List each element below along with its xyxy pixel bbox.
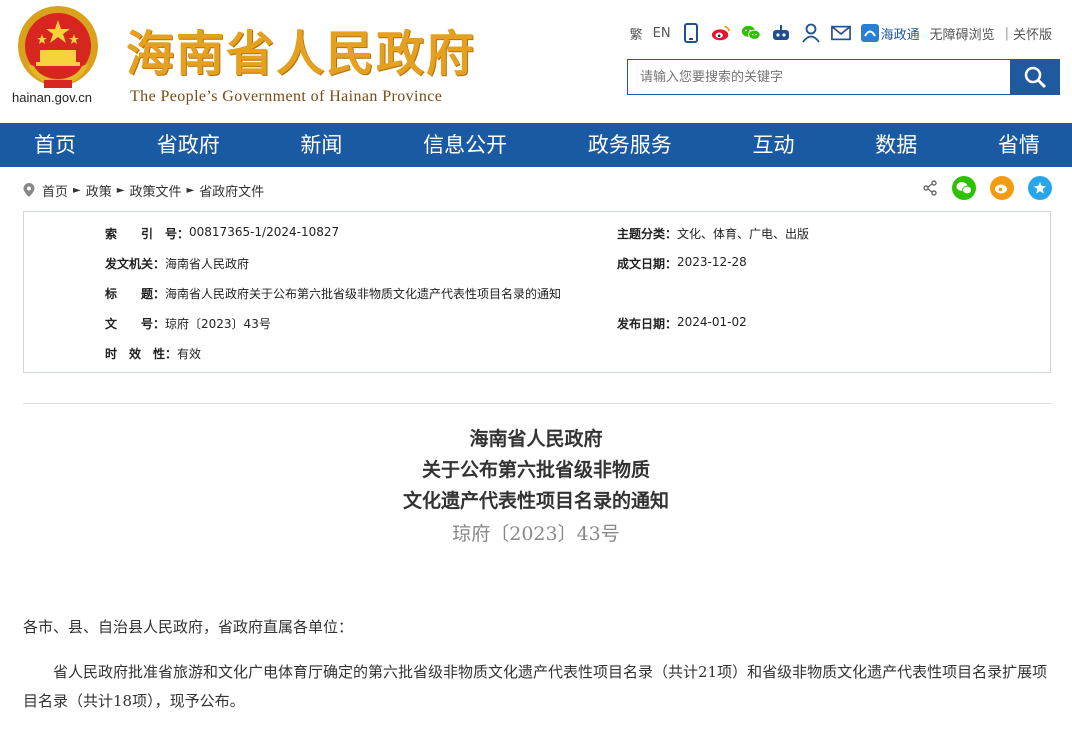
meta-subject-row: 标 题： 海南省人民政府关于公布第六批省级非物质文化遗产代表性项目名录的通知 bbox=[105, 285, 561, 302]
meta-date-label: 成文日期： bbox=[617, 257, 678, 271]
hai-zheng-tong-icon bbox=[860, 24, 879, 42]
meta-index-value: 00817365-1/2024-10827 bbox=[189, 225, 340, 239]
meta-validity-label: 时 效 性： bbox=[105, 347, 178, 361]
share-bar bbox=[922, 176, 1052, 200]
nav-item-information-disclosure[interactable]: 信息公开 bbox=[423, 123, 507, 167]
document-salutation: 各市、县、自治县人民政府，省政府直属各单位： bbox=[23, 618, 354, 636]
favorite-star-icon[interactable] bbox=[1028, 176, 1052, 200]
meta-validity-row: 时 效 性： 有效 bbox=[105, 345, 201, 362]
meta-publish-label: 发布日期： bbox=[617, 317, 678, 331]
chevron-right-icon: ► bbox=[186, 184, 195, 196]
meta-docno-value: 琼府〔2023〕43号 bbox=[165, 317, 271, 331]
document-body-paragraph: 省人民政府批准省旅游和文化广电体育厅确定的第六批省级非物质文化遗产代表性项目名录… bbox=[23, 663, 1048, 710]
user-icon[interactable] bbox=[801, 23, 821, 43]
meta-subject-label: 标 题： bbox=[105, 287, 166, 301]
search-input[interactable] bbox=[627, 59, 1010, 95]
traditional-chinese-link[interactable]: 繁 bbox=[630, 24, 643, 43]
breadcrumb-policy[interactable]: 政策 bbox=[86, 181, 112, 200]
meta-docno-label: 文 号： bbox=[105, 317, 166, 331]
document-title: 海南省人民政府 关于公布第六批省级非物质 文化遗产代表性项目名录的通知 bbox=[0, 424, 1072, 517]
location-pin-icon bbox=[23, 183, 35, 197]
meta-publish-row: 发布日期： 2024-01-02 bbox=[617, 315, 747, 332]
meta-validity-value: 有效 bbox=[177, 347, 202, 361]
share-wechat-icon[interactable] bbox=[952, 176, 976, 200]
hai-zheng-tong-link[interactable]: 海政通 bbox=[860, 24, 920, 43]
nav-item-news[interactable]: 新闻 bbox=[300, 123, 342, 167]
nav-item-interaction[interactable]: 互动 bbox=[753, 123, 795, 167]
site-header: hainan.gov.cn 海南省人民政府 The People’s Gover… bbox=[0, 0, 1072, 122]
meta-issuer-label: 发文机关： bbox=[105, 257, 166, 271]
meta-issuer-row: 发文机关： 海南省人民政府 bbox=[105, 255, 249, 272]
meta-index-row: 索 引 号： 00817365-1/2024-10827 bbox=[105, 225, 339, 242]
document-number: 琼府〔2023〕43号 bbox=[452, 523, 620, 545]
meta-date-row: 成文日期： 2023-12-28 bbox=[617, 255, 747, 272]
accessibility-link[interactable]: 无障碍浏览 bbox=[930, 24, 995, 43]
search-icon bbox=[1024, 66, 1047, 89]
document-title-line: 海南省人民政府 bbox=[469, 428, 603, 450]
meta-category-value: 文化、体育、广电、出版 bbox=[677, 227, 810, 241]
meta-issuer-value: 海南省人民政府 bbox=[165, 257, 250, 271]
breadcrumb-policy-documents[interactable]: 政策文件 bbox=[129, 181, 181, 200]
main-nav: 首页 省政府 新闻 信息公开 政务服务 互动 数据 省情 bbox=[0, 123, 1072, 167]
mobile-icon[interactable] bbox=[681, 23, 701, 43]
document-title-line: 关于公布第六批省级非物质 bbox=[421, 459, 650, 481]
weibo-icon[interactable] bbox=[711, 23, 731, 43]
meta-category-row: 主题分类： 文化、体育、广电、出版 bbox=[617, 225, 809, 242]
divider bbox=[23, 403, 1051, 404]
robot-assistant-icon[interactable] bbox=[771, 23, 791, 43]
site-domain: hainan.gov.cn bbox=[12, 90, 92, 105]
nav-item-data[interactable]: 数据 bbox=[875, 123, 917, 167]
national-emblem-icon bbox=[18, 6, 98, 88]
search-box bbox=[627, 59, 1060, 95]
breadcrumb-home[interactable]: 首页 bbox=[42, 181, 68, 200]
nav-item-home[interactable]: 首页 bbox=[34, 123, 76, 167]
english-link[interactable]: EN bbox=[653, 26, 671, 41]
mail-icon[interactable] bbox=[830, 23, 851, 43]
share-icon[interactable] bbox=[922, 180, 938, 196]
care-mode-link[interactable]: 关怀版 bbox=[1013, 24, 1052, 43]
site-subtitle: The People’s Government of Hainan Provin… bbox=[130, 88, 443, 105]
share-weibo-icon[interactable] bbox=[990, 176, 1014, 200]
document-metadata-table: 索 引 号： 00817365-1/2024-10827 主题分类： 文化、体育… bbox=[23, 211, 1051, 373]
search-button[interactable] bbox=[1010, 59, 1060, 95]
top-utility-bar: 繁 EN 海政通 无障碍浏览 | 关怀版 bbox=[630, 22, 1052, 44]
meta-index-label: 索 引 号： bbox=[105, 227, 190, 241]
meta-subject-value: 海南省人民政府关于公布第六批省级非物质文化遗产代表性项目名录的通知 bbox=[165, 287, 562, 301]
site-title[interactable]: 海南省人民政府 bbox=[126, 14, 476, 84]
breadcrumb: 首页 ► 政策 ► 政策文件 ► 省政府文件 bbox=[22, 176, 1052, 202]
hai-zheng-tong-label: 海政通 bbox=[880, 27, 920, 43]
nav-item-provincial-government[interactable]: 省政府 bbox=[157, 123, 220, 167]
meta-publish-value: 2024-01-02 bbox=[677, 315, 747, 329]
meta-category-label: 主题分类： bbox=[617, 227, 678, 241]
wechat-icon[interactable] bbox=[741, 23, 761, 43]
nav-item-government-services[interactable]: 政务服务 bbox=[588, 123, 672, 167]
separator: | bbox=[1004, 25, 1009, 41]
nav-item-provincial-overview[interactable]: 省情 bbox=[998, 123, 1040, 167]
document-title-line: 文化遗产代表性项目名录的通知 bbox=[402, 490, 669, 512]
chevron-right-icon: ► bbox=[116, 184, 125, 196]
meta-docno-row: 文 号： 琼府〔2023〕43号 bbox=[105, 315, 271, 332]
chevron-right-icon: ► bbox=[73, 184, 81, 196]
breadcrumb-provincial-documents[interactable]: 省政府文件 bbox=[199, 181, 264, 200]
meta-date-value: 2023-12-28 bbox=[677, 255, 747, 269]
